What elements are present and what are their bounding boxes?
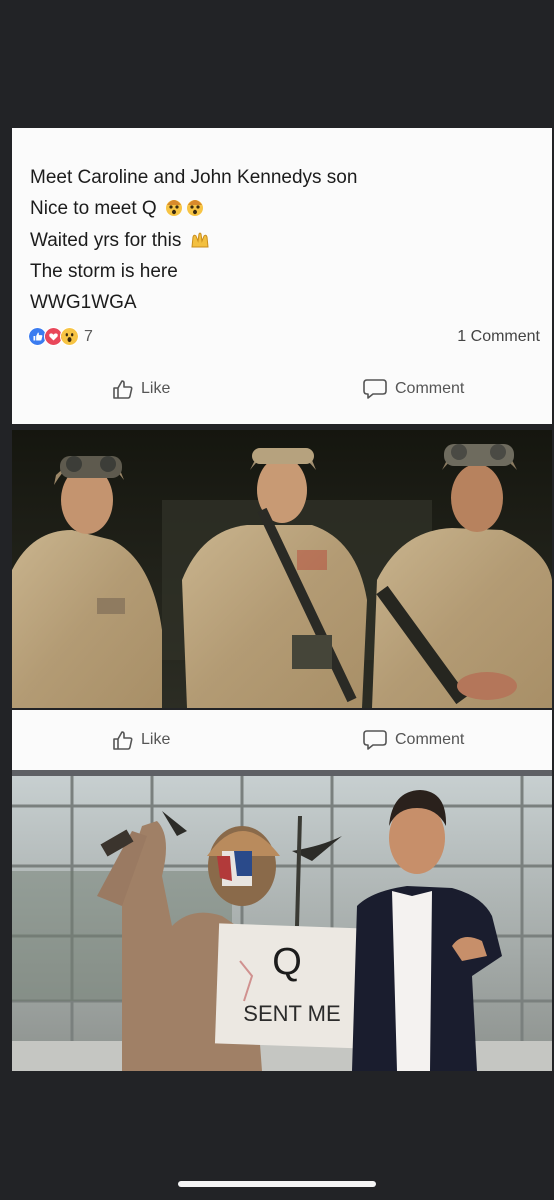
comment-label: Comment xyxy=(395,380,465,397)
thumbs-up-icon xyxy=(113,380,133,399)
avatar xyxy=(34,128,94,134)
raising-hands-emoji-icon xyxy=(191,232,209,248)
sign-text: SENT ME xyxy=(243,1001,340,1026)
post-line-5: WWG1WGA xyxy=(30,292,137,314)
post-text: Meet Caroline and John Kennedys son Nice… xyxy=(30,162,542,318)
home-indicator[interactable] xyxy=(178,1181,376,1187)
soldiers-image xyxy=(12,430,552,708)
photo-soldiers xyxy=(12,430,552,708)
post-line-3: Waited yrs for this xyxy=(30,225,542,256)
comment-button[interactable]: Comment xyxy=(362,369,464,409)
sign-q: Q xyxy=(272,941,302,983)
action-bar-2: Like Comment xyxy=(12,710,552,770)
action-bar: Like Comment xyxy=(12,369,552,409)
like-button[interactable]: Like xyxy=(112,369,170,409)
reactions-row[interactable]: 7 1 Comment xyxy=(28,326,540,348)
comment-bubble-icon xyxy=(363,730,387,750)
like-button-2[interactable]: Like xyxy=(112,720,170,760)
comment-count[interactable]: 1 Comment xyxy=(457,328,540,346)
comment-bubble-icon xyxy=(363,379,387,399)
comment-label-2: Comment xyxy=(395,731,465,748)
photo-sign: Q SENT ME xyxy=(12,776,552,1071)
shocked-face-emoji-icon xyxy=(166,200,203,217)
like-label: Like xyxy=(141,380,171,397)
post-line-4: The storm is here xyxy=(30,260,178,282)
post-line-2-text: Nice to meet Q xyxy=(30,198,157,220)
screen: Meet Caroline and John Kennedys son Nice… xyxy=(0,0,554,1200)
thumbs-up-icon xyxy=(113,731,133,750)
post-line-1: Meet Caroline and John Kennedys son xyxy=(30,167,358,188)
reaction-count: 7 xyxy=(84,328,93,345)
like-label-2: Like xyxy=(141,731,171,748)
post-line-3-text: Waited yrs for this xyxy=(30,229,182,251)
post-card: Meet Caroline and John Kennedys son Nice… xyxy=(12,128,552,424)
comment-button-2[interactable]: Comment xyxy=(362,720,464,760)
wow-reaction-icon xyxy=(60,327,79,346)
post-line-2: Nice to meet Q xyxy=(30,193,542,224)
sign-image: Q SENT ME xyxy=(12,776,552,1071)
